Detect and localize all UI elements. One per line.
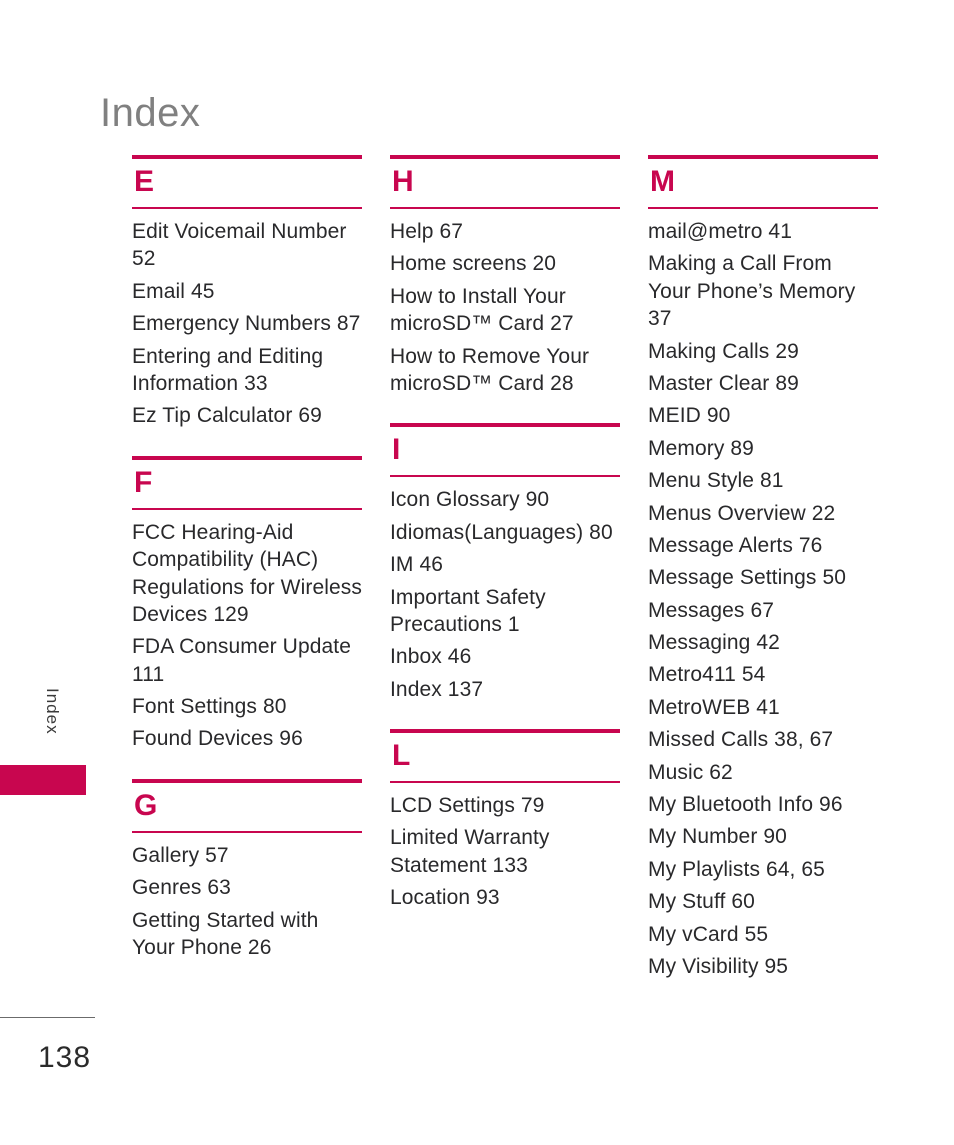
index-entry-list: mail@metro 41 Making a Call From Your Pho… [648,209,878,980]
index-entry-list: FCC Hearing-Aid Compatibility (HAC) Regu… [132,510,362,753]
index-section-g: G Gallery 57 Genres 63 Getting Started with… [132,778,362,962]
index-column: H Help 67 Home screens 20 How to Install Yo… [390,155,620,1006]
index-entry[interactable]: My Number 90 [648,823,878,850]
index-entry-list: LCD Settings 79 Limited Warranty Statemen… [390,783,620,912]
index-entry[interactable]: FDA Consumer Update 111 [132,633,362,688]
index-entry[interactable]: LCD Settings 79 [390,792,620,819]
index-entry[interactable]: Edit Voicemail Number 52 [132,218,362,273]
section-letter: L [392,739,411,773]
index-entry[interactable]: Missed Calls 38, 67 [648,726,878,753]
index-entry[interactable]: Idiomas(Languages) 80 [390,519,620,546]
index-entry[interactable]: mail@metro 41 [648,218,878,245]
index-entry[interactable]: Limited Warranty Statement 133 [390,824,620,879]
index-entry[interactable]: Icon Glossary 90 [390,486,620,513]
index-entry-list: Help 67 Home screens 20 How to Install You… [390,209,620,397]
page-number: 138 [38,1041,92,1074]
index-entry[interactable]: My Visibility 95 [648,953,878,980]
index-entry[interactable]: Getting Started with Your Phone 26 [132,907,362,962]
index-entry[interactable]: MEID 90 [648,402,878,429]
side-tab-marker [0,765,86,795]
index-entry-list: Icon Glossary 90 Idiomas(Languages) 80 IM … [390,477,620,703]
index-entry[interactable]: Ez Tip Calculator 69 [132,402,362,429]
index-section-m: Mmail@metro 41 Making a Call From Your Ph… [648,155,878,980]
page-title: Index [100,90,201,135]
index-entry[interactable]: My Stuff 60 [648,888,878,915]
index-entry[interactable]: Music 62 [648,759,878,786]
index-entry[interactable]: Inbox 46 [390,643,620,670]
index-columns: E Edit Voicemail Number 52 Email 45 Emergen… [132,155,878,1006]
index-entry[interactable]: Metro411 54 [648,661,878,688]
index-section-i: I Icon Glossary 90 Idiomas(Languages) 80 IM… [390,423,620,703]
index-entry[interactable]: Font Settings 80 [132,693,362,720]
index-entry[interactable]: Help 67 [390,218,620,245]
index-entry[interactable]: Email 45 [132,278,362,305]
index-entry[interactable]: Making Calls 29 [648,338,878,365]
section-letter: F [134,465,153,499]
index-entry[interactable]: Gallery 57 [132,842,362,869]
section-letter: E [134,165,155,198]
index-entry[interactable]: How to Install Your microSD™ Card 27 [390,283,620,338]
index-entry[interactable]: Emergency Numbers 87 [132,310,362,337]
index-section-f: F FCC Hearing-Aid Compatibility (HAC) Reg… [132,455,362,753]
index-entry[interactable]: FCC Hearing-Aid Compatibility (HAC) Regu… [132,519,362,629]
index-entry[interactable]: MetroWEB 41 [648,694,878,721]
index-entry[interactable]: Index 137 [390,676,620,703]
index-entry[interactable]: Genres 63 [132,874,362,901]
section-letter: G [134,788,158,822]
index-entry[interactable]: Home screens 20 [390,250,620,277]
index-column: Mmail@metro 41 Making a Call From Your Ph… [648,155,878,1006]
footer-divider [0,1017,95,1018]
index-entry[interactable]: Messaging 42 [648,629,878,656]
index-entry[interactable]: My Playlists 64, 65 [648,856,878,883]
index-entry[interactable]: Message Settings 50 [648,564,878,591]
index-entry[interactable]: Found Devices 96 [132,725,362,752]
index-entry[interactable]: Menu Style 81 [648,467,878,494]
index-entry[interactable]: My Bluetooth Info 96 [648,791,878,818]
index-column: E Edit Voicemail Number 52 Email 45 Emergen… [132,155,362,1006]
index-entry[interactable]: My vCard 55 [648,921,878,948]
index-entry[interactable]: Making a Call From Your Phone’s Memory 3… [648,250,878,332]
section-letter: M [650,165,675,198]
section-letter: I [392,433,401,467]
index-section-e: E Edit Voicemail Number 52 Email 45 Emergen… [132,155,362,430]
index-entry[interactable]: IM 46 [390,551,620,578]
index-entry[interactable]: Message Alerts 76 [648,532,878,559]
index-entry[interactable]: How to Remove Your microSD™ Card 28 [390,343,620,398]
index-entry[interactable]: Master Clear 89 [648,370,878,397]
index-entry[interactable]: Memory 89 [648,435,878,462]
index-entry[interactable]: Messages 67 [648,597,878,624]
side-tab-label: Index [43,688,62,735]
section-letter: H [392,165,414,198]
index-entry[interactable]: Important Safety Precautions 1 [390,584,620,639]
index-entry[interactable]: Entering and Editing Information 33 [132,343,362,398]
index-section-l: L LCD Settings 79 Limited Warranty Stateme… [390,729,620,912]
index-entry-list: Edit Voicemail Number 52 Email 45 Emergenc… [132,209,362,430]
index-entry-list: Gallery 57 Genres 63 Getting Started with … [132,833,362,962]
index-entry[interactable]: Menus Overview 22 [648,500,878,527]
index-entry[interactable]: Location 93 [390,884,620,911]
index-section-h: H Help 67 Home screens 20 How to Install Yo… [390,155,620,397]
